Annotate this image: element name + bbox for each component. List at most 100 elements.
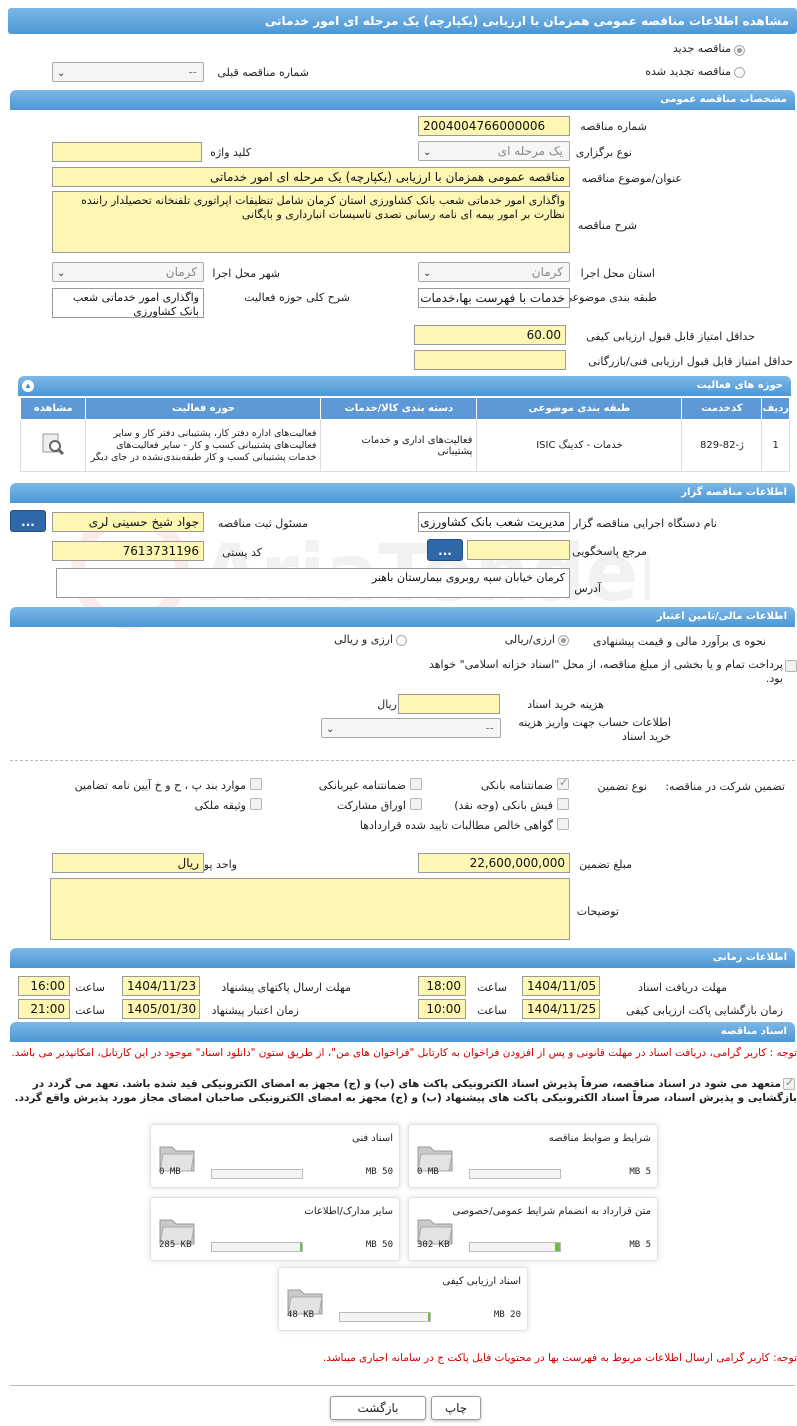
official-label: مسئول ثبت مناقصه xyxy=(217,517,308,530)
address-field[interactable]: کرمان خیابان سپه روبروی بیمارستان باهنر xyxy=(56,568,570,598)
magnifier-icon[interactable] xyxy=(40,431,66,457)
send-date-field[interactable]: 1404/11/23 xyxy=(122,976,200,996)
section-activities: حوزه های فعالیت ▴ xyxy=(18,376,791,396)
section-timing: اطلاعات زمانی xyxy=(10,948,795,968)
doc-cost-label: هزینه خرید اسناد xyxy=(527,698,604,711)
unit-field[interactable]: ریال xyxy=(52,853,204,873)
open-time-field[interactable]: 10:00 xyxy=(418,999,466,1019)
receive-date-field[interactable]: 1404/11/05 xyxy=(522,976,600,996)
file-card[interactable]: متن قرارداد به انضمام شرایط عمومی/خصوصی … xyxy=(408,1197,658,1261)
subject-field[interactable]: مناقصه عمومی همزمان با ارزیابی (یکپارچه)… xyxy=(52,167,570,187)
file-card[interactable]: سایر مدارک/اطلاعات 50 MB 285 KB xyxy=(150,1197,400,1261)
min-quality-label: حداقل امتیاز قابل قبول ارزیابی کیفی xyxy=(586,330,755,343)
description-field[interactable]: واگذاری امور خدماتی شعب بانک کشاورزی است… xyxy=(52,191,570,253)
collapse-icon[interactable]: ▴ xyxy=(22,380,34,392)
renewed-tender-label: مناقصه تجدید شده xyxy=(645,65,731,78)
guarantee-opt-clauses-checkbox[interactable] xyxy=(250,778,262,790)
estimate-label: نحوه ی برآورد مالی و قیمت پیشنهادی xyxy=(592,635,766,648)
guarantee-opt-bank-checkbox[interactable] xyxy=(557,776,569,790)
upload-progress xyxy=(211,1169,303,1179)
guarantee-opt-claims-checkbox[interactable] xyxy=(557,818,569,830)
new-tender-radio[interactable] xyxy=(734,45,745,56)
file-card[interactable]: اسناد فنی 50 MB 0 MB xyxy=(150,1124,400,1188)
keyword-label: کلید واژه xyxy=(210,146,251,159)
file-card[interactable]: شرایط و ضوابط مناقصه 5 MB 0 MB xyxy=(408,1124,658,1188)
notes-field[interactable] xyxy=(50,878,570,940)
send-label: مهلت ارسال پاکتهای پیشنهاد xyxy=(221,981,351,994)
official-field[interactable]: جواد شیخ حسینی لری xyxy=(52,512,204,532)
view-cell xyxy=(19,419,87,472)
renewed-tender-radio[interactable] xyxy=(734,67,745,78)
guarantee-type-label: نوع تضمین xyxy=(597,780,647,793)
upload-progress xyxy=(469,1242,561,1252)
valid-date-field[interactable]: 1405/01/30 xyxy=(122,999,200,1019)
upload-progress xyxy=(211,1242,303,1252)
divider xyxy=(10,760,795,761)
participation-label: تضمین شرکت در مناقصه: xyxy=(665,780,785,793)
chevron-down-icon: ⌄ xyxy=(57,268,66,279)
section-docs: اسناد مناقصه xyxy=(10,1022,795,1042)
guarantee-opt-bonds-checkbox[interactable] xyxy=(410,798,422,810)
doc-cost-field[interactable] xyxy=(398,694,500,714)
back-button[interactable]: بازگشت xyxy=(330,1396,426,1420)
description-label: شرح مناقصه xyxy=(577,219,637,232)
postal-field[interactable]: 7613731196 xyxy=(52,541,204,561)
file-max-size: 5 MB xyxy=(629,1167,651,1177)
receive-time-field[interactable]: 18:00 xyxy=(418,976,466,996)
min-tech-field[interactable] xyxy=(414,350,566,370)
reference-more-button[interactable]: ... xyxy=(427,539,463,561)
account-select[interactable]: -- ⌄ xyxy=(321,718,501,738)
file-current-size: 302 KB xyxy=(417,1240,450,1250)
treasury-checkbox[interactable] xyxy=(785,660,797,672)
chevron-down-icon: ⌄ xyxy=(423,268,432,279)
estimate-radio-2[interactable] xyxy=(396,635,407,646)
hold-type-select[interactable]: یک مرحله ای ⌄ xyxy=(418,141,570,161)
activity-scope-field[interactable]: واگذاری امور خدماتی شعب بانک کشاورزی xyxy=(52,288,204,318)
row-idx: 1 xyxy=(761,419,790,472)
file-card[interactable]: اسناد ارزیابی کیفی 20 MB 48 KB xyxy=(278,1267,528,1331)
min-quality-field[interactable]: 60.00 xyxy=(414,325,566,345)
subject-label: عنوان/موضوع مناقصه xyxy=(581,172,682,185)
estimate-radio-1[interactable] xyxy=(558,635,569,646)
estimate-option-2: ارزی و ریالی xyxy=(334,633,393,646)
valid-time-field[interactable]: 21:00 xyxy=(18,999,70,1019)
guarantee-opt-nonbank-checkbox[interactable] xyxy=(410,778,422,790)
row-group: فعالیت‌های اداری و خدمات پشتیبانی xyxy=(320,419,478,472)
open-label: زمان بازگشایی پاکت ارزیابی کیفی xyxy=(625,1004,783,1017)
section-general: مشخصات مناقصه عمومی xyxy=(10,90,795,110)
section-organizer: اطلاعات مناقصه گزار xyxy=(10,483,795,503)
row-area: فعالیت‌های اداره دفتر کار، پشتیبانی دفتر… xyxy=(85,419,322,472)
print-button[interactable]: چاپ xyxy=(431,1396,481,1420)
col-code: کدخدمت xyxy=(681,397,763,420)
file-max-size: 5 MB xyxy=(629,1240,651,1250)
col-idx: ردیف xyxy=(761,397,790,420)
open-date-field[interactable]: 1404/11/25 xyxy=(522,999,600,1019)
official-more-button[interactable]: ... xyxy=(10,510,46,532)
keyword-field[interactable] xyxy=(52,142,202,162)
device-field[interactable]: مدیریت شعب بانک کشاورزی xyxy=(418,512,570,532)
col-category: طبقه بندی موضوعی xyxy=(476,397,683,420)
file-title: متن قرارداد به انضمام شرایط عمومی/خصوصی xyxy=(452,1206,651,1217)
send-time-field[interactable]: 16:00 xyxy=(18,976,70,996)
category-field[interactable]: خدمات با فهرست بها،خدمات xyxy=(418,288,570,308)
province-select[interactable]: کرمان ⌄ xyxy=(418,262,570,282)
file-max-size: 20 MB xyxy=(493,1310,521,1320)
reference-field[interactable] xyxy=(467,540,570,560)
guarantee-opt-property-checkbox[interactable] xyxy=(250,798,262,810)
prev-number-select[interactable]: -- ⌄ xyxy=(52,62,204,82)
receive-time-label: ساعت xyxy=(477,981,507,994)
commit-text: متعهد می شود در اسناد مناقصه، صرفاً پذیر… xyxy=(14,1078,797,1104)
upload-progress xyxy=(469,1169,561,1179)
activity-scope-label: شرح کلی حوزه فعالیت xyxy=(244,291,350,304)
file-current-size: 0 MB xyxy=(417,1167,439,1177)
guarantee-opt-property: وثیقه ملکی xyxy=(194,799,246,812)
guarantee-opt-bank: ضمانتنامه بانکی xyxy=(480,779,553,792)
city-select[interactable]: کرمان ⌄ xyxy=(52,262,204,282)
open-time-label: ساعت xyxy=(477,1004,507,1017)
prev-number-label: شماره مناقصه قبلی xyxy=(217,66,309,79)
notes-label: توضیحات xyxy=(576,905,619,918)
chevron-down-icon: ⌄ xyxy=(57,68,66,79)
guarantee-opt-cash-checkbox[interactable] xyxy=(557,798,569,810)
amount-field[interactable]: 22,600,000,000 xyxy=(418,853,570,873)
tender-number-field[interactable]: 2004004766000006 xyxy=(418,116,570,136)
